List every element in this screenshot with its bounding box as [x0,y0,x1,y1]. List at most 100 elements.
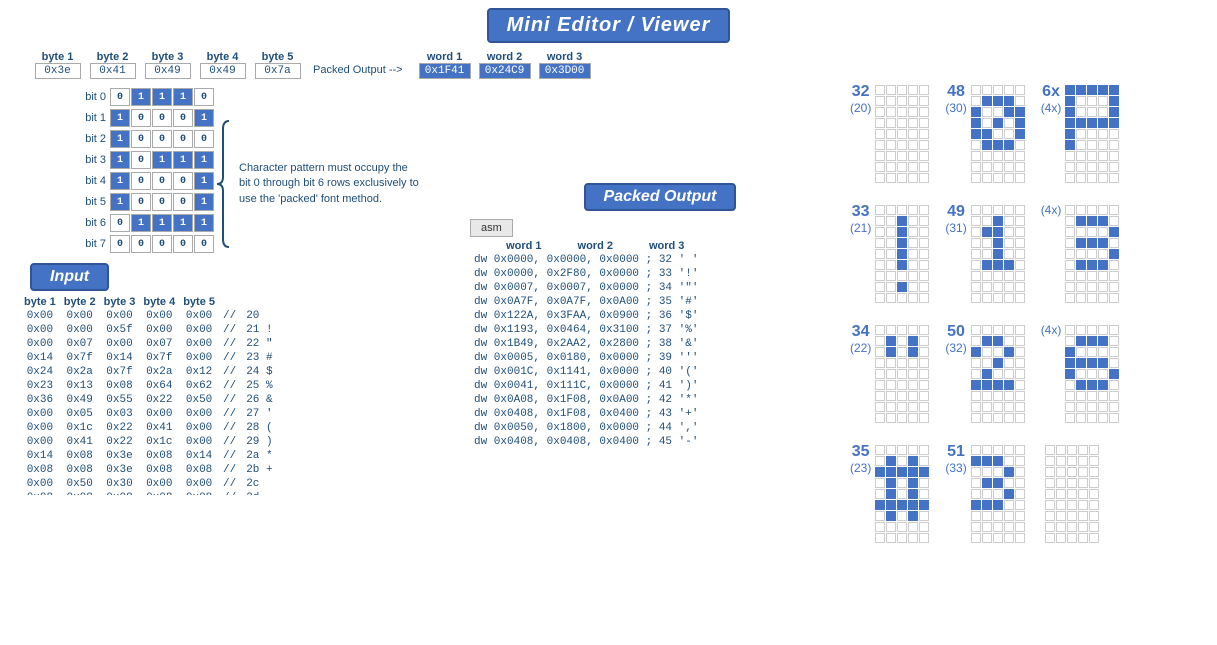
char-label-2-1: (4x) [1041,203,1062,217]
bit-cell-5-3: 0 [173,193,193,211]
char-cell-1-0-5-4 [1015,140,1025,150]
bit-cell-0-3: 1 [173,88,193,106]
char-cell-0-1-2-1 [886,227,896,237]
char-cell-0-3-1-4 [919,456,929,466]
char-item-0-1: 33(21) [850,203,929,303]
char-cell-2-0-1-4 [1109,96,1119,106]
char-cell-2-3-1-4 [1089,456,1099,466]
byte-header-5: byte 5 [262,51,294,63]
char-cell-0-2-3-3 [908,358,918,368]
bit-cell-0-1: 1 [131,88,151,106]
byte-value-5: 0x7a [255,63,301,79]
char-cell-0-0-3-0 [875,118,885,128]
input-cell-8-2: 0x22 [100,421,140,435]
char-cell-2-2-5-4 [1109,380,1119,390]
char-cell-1-0-1-1 [982,96,992,106]
bit-cell-2-4: 0 [194,130,214,148]
char-cell-0-0-5-4 [919,140,929,150]
char-cell-0-3-8-0 [875,533,885,543]
char-cell-1-3-8-2 [993,533,1003,543]
input-cell-11-5: // [219,463,242,477]
char-cell-1-1-7-4 [1015,282,1025,292]
char-cell-2-1-1-1 [1076,216,1086,226]
word-value-2: 0x24C9 [479,63,531,79]
char-cell-0-1-0-1 [886,205,896,215]
char-cell-1-1-0-1 [982,205,992,215]
char-cell-0-2-1-4 [919,336,929,346]
input-cell-8-4: 0x00 [179,421,219,435]
bit-cell-2-2: 0 [152,130,172,148]
char-cell-1-0-2-0 [971,107,981,117]
table-row: dw 0x0005, 0x0180, 0x0000 ; 39 ''' [470,351,702,365]
input-cell-4-6: 24 $ [242,365,278,379]
char-cell-0-2-8-1 [886,413,896,423]
bit-cell-5-0: 1 [110,193,130,211]
char-cell-0-2-5-0 [875,380,885,390]
char-cell-2-0-0-3 [1098,85,1108,95]
char-cell-1-3-2-1 [982,467,992,477]
table-row: 0x080x080x3e0x080x08//2b + [20,463,279,477]
char-cell-2-3-2-4 [1089,467,1099,477]
char-cell-1-1-7-1 [982,282,992,292]
char-cell-2-3-0-1 [1056,445,1066,455]
char-cell-2-2-0-1 [1076,325,1086,335]
table-row: dw 0x001C, 0x1141, 0x0000 ; 40 '(' [470,365,702,379]
char-cell-2-3-0-3 [1078,445,1088,455]
asm-tab[interactable]: asm [470,219,513,237]
char-cell-1-1-5-1 [982,260,992,270]
char-cell-1-2-6-0 [971,391,981,401]
char-cell-0-3-7-3 [908,522,918,532]
char-cell-1-1-5-4 [1015,260,1025,270]
input-cell-7-3: 0x00 [139,407,179,421]
bit-cell-6-2: 1 [152,214,172,232]
char-cell-0-3-2-0 [875,467,885,477]
char-cell-2-0-3-4 [1109,118,1119,128]
char-cell-1-3-5-4 [1015,500,1025,510]
input-section: Input byte 1byte 2byte 3byte 4byte 5 0x0… [20,263,460,495]
input-cell-6-0: 0x36 [20,393,60,407]
char-cell-1-3-0-1 [982,445,992,455]
input-col-header-6 [242,295,278,309]
char-cell-0-2-2-1 [886,347,896,357]
char-cell-1-3-3-2 [993,478,1003,488]
char-cell-0-2-8-0 [875,413,885,423]
char-cell-2-1-4-0 [1065,249,1075,259]
char-cell-1-0-6-1 [982,151,992,161]
char-cell-2-3-7-0 [1045,522,1055,532]
char-cell-1-0-1-2 [993,96,1003,106]
char-cell-1-1-0-4 [1015,205,1025,215]
bit-grid-area: bit 001110bit 110001bit 210000bit 310111… [70,87,215,255]
char-cell-2-3-0-2 [1067,445,1077,455]
char-cell-2-3-8-2 [1067,533,1077,543]
char-cell-1-2-7-2 [993,402,1003,412]
packed-row-12: dw 0x0050, 0x1800, 0x0000 ; 44 ',' [470,421,702,435]
char-cell-0-2-1-0 [875,336,885,346]
char-column-0: 32(20)33(21)34(22)35(23) [850,83,929,645]
annotation-area: Character pattern must occupy the bit 0 … [215,113,419,255]
char-cell-0-0-3-3 [908,118,918,128]
char-cell-2-0-7-1 [1076,162,1086,172]
char-cell-2-3-0-4 [1089,445,1099,455]
char-cell-0-0-6-1 [886,151,896,161]
char-cell-2-3-6-4 [1089,511,1099,521]
char-cell-0-0-0-2 [897,85,907,95]
char-cell-0-0-0-0 [875,85,885,95]
char-cell-2-0-1-3 [1098,96,1108,106]
word-header-2: word 2 [487,51,522,63]
char-grid-2-1 [1065,205,1119,303]
char-cell-0-2-5-4 [919,380,929,390]
char-cell-2-1-0-1 [1076,205,1086,215]
char-cell-2-1-3-2 [1087,238,1097,248]
char-cell-0-0-2-2 [897,107,907,117]
char-cell-1-1-6-4 [1015,271,1025,281]
bit-row-label-5: bit 5 [70,196,106,208]
char-cell-1-0-6-0 [971,151,981,161]
char-cell-1-0-3-0 [971,118,981,128]
char-cell-2-1-6-3 [1098,271,1108,281]
bit-cell-6-3: 1 [173,214,193,232]
char-cell-0-0-4-0 [875,129,885,139]
bit-cell-1-2: 0 [152,109,172,127]
char-cell-0-2-0-3 [908,325,918,335]
char-label-1-1: 49(31) [945,203,966,235]
word-col-1: word 1 0x1F41 [415,51,475,79]
